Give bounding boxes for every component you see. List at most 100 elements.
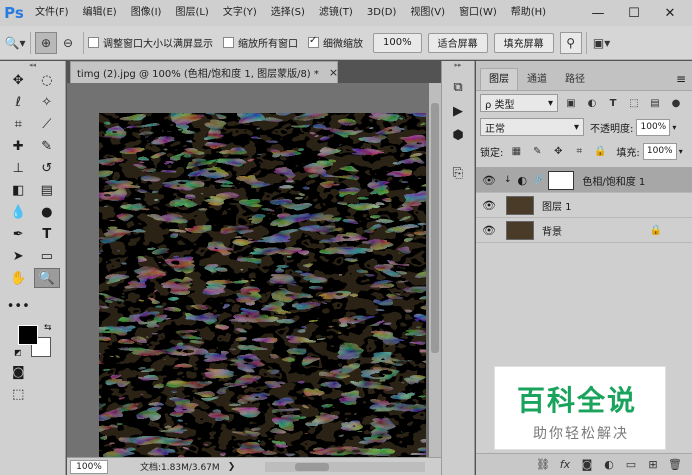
rectangle-tool-icon[interactable]: ▭ xyxy=(34,246,60,266)
tab-layers[interactable]: 图层 xyxy=(480,68,518,90)
mask-link-icon[interactable]: 🔗 xyxy=(533,175,544,185)
zoom-all-option[interactable]: 缩放所有窗口 xyxy=(223,35,298,50)
zoom-level-field[interactable]: 100% xyxy=(70,459,108,474)
path-selection-icon[interactable]: ➤ xyxy=(5,246,31,266)
resize-windows-checkbox[interactable] xyxy=(88,37,99,48)
healing-brush-icon[interactable]: ✚ xyxy=(5,136,31,156)
layer-filter-select[interactable]: ρ 类型 ▾ xyxy=(480,94,558,112)
lock-image-icon[interactable]: ✎ xyxy=(529,143,545,159)
minimize-button[interactable]: — xyxy=(580,0,616,26)
fill-screen-button[interactable]: 填充屏幕 xyxy=(493,32,554,53)
new-layer-icon[interactable]: ⊞ xyxy=(642,458,664,471)
vertical-scrollbar[interactable] xyxy=(429,83,441,457)
horizontal-scroll-thumb[interactable] xyxy=(295,462,330,471)
menu-3d[interactable]: 3D(D) xyxy=(360,0,404,26)
menu-edit[interactable]: 编辑(E) xyxy=(76,0,124,26)
workspace-icon[interactable]: ▣▾ xyxy=(591,32,613,54)
layer-row[interactable]: 👁 背景 🔒 xyxy=(476,218,692,243)
move-tool-icon[interactable]: ✥ xyxy=(5,70,31,90)
document-tab[interactable]: timg (2).jpg @ 100% (色相/饱和度 1, 图层蒙版/8) *… xyxy=(70,61,338,83)
zoom-100-button[interactable]: 100% xyxy=(373,32,422,53)
actions-panel-icon[interactable]: ▶ xyxy=(442,99,474,123)
panel-menu-icon[interactable]: ≡ xyxy=(676,68,686,90)
filter-smart-object-icon[interactable]: ▤ xyxy=(647,95,663,111)
eyedropper-icon[interactable]: ⟋ xyxy=(34,114,60,134)
opacity-field[interactable]: 100% xyxy=(636,118,671,136)
delete-layer-icon[interactable]: 🗑 xyxy=(664,458,686,471)
swap-colors-icon[interactable]: ⇆ xyxy=(44,323,52,333)
quick-mask-icon[interactable]: ◙ xyxy=(5,362,31,382)
blur-tool-icon[interactable]: 💧 xyxy=(5,202,31,222)
scrubby-zoom-checkbox[interactable] xyxy=(308,35,319,48)
menu-type[interactable]: 文字(Y) xyxy=(216,0,264,26)
filter-pixel-icon[interactable]: ▣ xyxy=(563,95,579,111)
fill-field[interactable]: 100% xyxy=(642,142,677,160)
visibility-eye-icon[interactable]: 👁 xyxy=(476,199,502,212)
tab-paths[interactable]: 路径 xyxy=(556,68,594,90)
scrubby-zoom-option[interactable]: 细微缩放 xyxy=(308,35,363,50)
zoom-tool-preset-icon[interactable]: 🔍▾ xyxy=(4,32,26,54)
dodge-tool-icon[interactable]: ● xyxy=(34,202,60,222)
zoom-all-checkbox[interactable] xyxy=(223,37,234,48)
screen-mode-icon[interactable]: ⬚ xyxy=(5,384,31,404)
hand-tool-icon[interactable]: ✋ xyxy=(5,268,31,288)
marquee-tool-icon[interactable]: ◌ xyxy=(34,70,60,90)
status-menu-icon[interactable]: ❯ xyxy=(228,462,236,472)
gradient-tool-icon[interactable]: ▤ xyxy=(34,180,60,200)
filter-type-icon[interactable]: T xyxy=(605,95,621,111)
properties-panel-icon[interactable]: ⎘ xyxy=(442,161,474,185)
tab-channels[interactable]: 通道 xyxy=(518,68,556,90)
type-tool-icon[interactable]: T xyxy=(34,224,60,244)
menu-help[interactable]: 帮助(H) xyxy=(504,0,553,26)
document-image[interactable] xyxy=(99,113,426,457)
lock-artboard-icon[interactable]: ⌗ xyxy=(571,143,587,159)
new-adjustment-icon[interactable]: ◐ xyxy=(598,458,620,471)
eraser-icon[interactable]: ◧ xyxy=(5,180,31,200)
lock-all-icon[interactable]: 🔒 xyxy=(592,143,608,159)
close-button[interactable]: ✕ xyxy=(652,0,688,26)
fit-screen-button[interactable]: 适合屏幕 xyxy=(427,32,488,53)
lock-transparent-icon[interactable]: ▦ xyxy=(508,143,524,159)
filter-adjustment-icon[interactable]: ◐ xyxy=(584,95,600,111)
vertical-scroll-thumb[interactable] xyxy=(431,103,439,353)
opacity-dropdown-icon[interactable]: ▾ xyxy=(672,123,676,132)
horizontal-scrollbar[interactable] xyxy=(265,461,426,472)
menu-view[interactable]: 视图(V) xyxy=(403,0,452,26)
search-icon[interactable]: ⚲ xyxy=(559,31,582,54)
maximize-button[interactable]: ☐ xyxy=(616,0,652,26)
filter-shape-icon[interactable]: ⬚ xyxy=(626,95,642,111)
layer-mask-thumbnail[interactable] xyxy=(548,170,575,190)
history-brush-icon[interactable]: ↺ xyxy=(34,158,60,178)
default-colors-icon[interactable]: ◩ xyxy=(14,348,22,357)
visibility-eye-icon[interactable]: 👁 xyxy=(476,224,502,237)
menu-layer[interactable]: 图层(L) xyxy=(168,0,215,26)
zoom-tool-icon[interactable]: 🔍 xyxy=(33,268,60,288)
foreground-color-swatch[interactable] xyxy=(18,325,38,345)
more-tools-icon[interactable]: ••• xyxy=(5,296,31,316)
menu-file[interactable]: 文件(F) xyxy=(28,0,76,26)
close-document-icon[interactable]: × xyxy=(329,66,338,79)
toolbox-collapse-icon[interactable]: ◂◂ xyxy=(0,61,65,69)
lock-position-icon[interactable]: ✥ xyxy=(550,143,566,159)
lasso-tool-icon[interactable]: ℓ xyxy=(5,92,31,112)
blend-mode-select[interactable]: 正常 ▾ xyxy=(480,118,584,136)
menu-filter[interactable]: 滤镜(T) xyxy=(312,0,360,26)
strip-collapse-icon[interactable]: ▸▸ xyxy=(442,61,474,75)
clone-stamp-icon[interactable]: ⊥ xyxy=(5,158,31,178)
magic-wand-icon[interactable]: ✧ xyxy=(34,92,60,112)
add-mask-icon[interactable]: ◙ xyxy=(576,458,598,471)
fill-dropdown-icon[interactable]: ▾ xyxy=(679,147,683,156)
resize-windows-option[interactable]: 调整窗口大小以满屏显示 xyxy=(88,35,213,50)
3d-panel-icon[interactable]: ⬢ xyxy=(442,123,474,147)
menu-window[interactable]: 窗口(W) xyxy=(452,0,504,26)
new-group-icon[interactable]: ▭ xyxy=(620,458,642,471)
layer-row[interactable]: 👁 ↓ ◐ 🔗 色相/饱和度 1 xyxy=(476,168,692,193)
zoom-in-icon[interactable]: ⊕ xyxy=(35,31,57,54)
menu-image[interactable]: 图像(I) xyxy=(124,0,169,26)
brush-tool-icon[interactable]: ✎ xyxy=(34,136,60,156)
pen-tool-icon[interactable]: ✒ xyxy=(5,224,31,244)
zoom-out-icon[interactable]: ⊖ xyxy=(57,32,79,54)
visibility-eye-icon[interactable]: 👁 xyxy=(476,174,502,187)
filter-toggle-icon[interactable]: ● xyxy=(668,95,684,111)
layer-row[interactable]: 👁 图层 1 xyxy=(476,193,692,218)
